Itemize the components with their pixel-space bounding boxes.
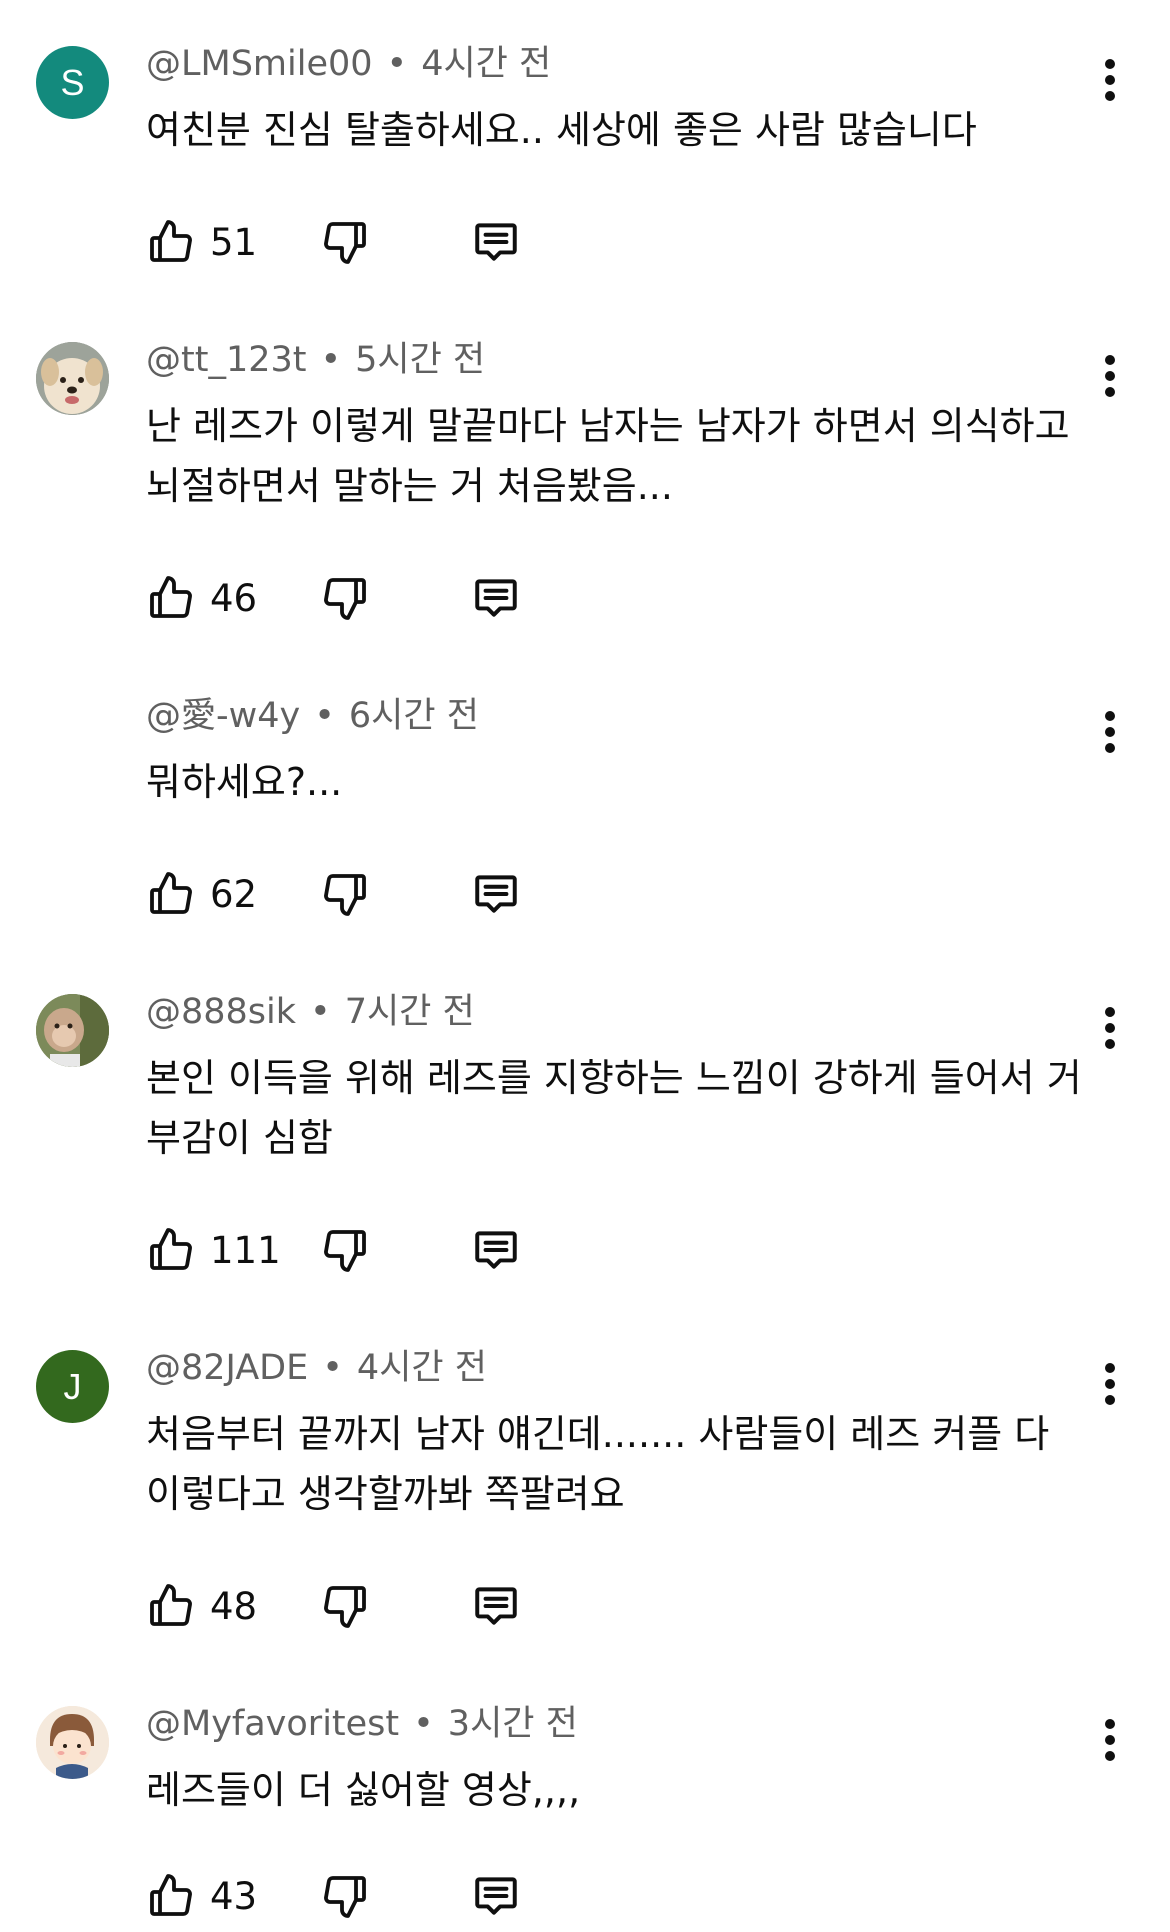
comment-header: @LMSmile00 • 4시간 전: [146, 44, 552, 84]
comment-time: 5시간 전: [355, 340, 486, 380]
comment-text: 본인 이득을 위해 레즈를 지향하는 느낌이 강하게 들어서 거부감이 심함: [146, 1056, 1082, 1160]
comment-actions: 111: [146, 1220, 546, 1280]
dislike-button[interactable]: [316, 1576, 376, 1636]
comment-text: 레즈들이 더 싫어할 영상,,,,: [146, 1768, 581, 1812]
like-count: 62: [210, 872, 258, 916]
comment-header: @888sik • 7시간 전: [146, 992, 475, 1032]
thumbs-up-icon: [150, 1584, 192, 1626]
thumbs-down-icon: [324, 874, 366, 916]
comment-text: 처음부터 끝까지 남자 얘긴데....... 사람들이 레즈 커플 다 이렇다고…: [146, 1412, 1050, 1516]
avatar[interactable]: [36, 342, 109, 415]
more-options-button[interactable]: [1090, 1710, 1130, 1770]
comment-author[interactable]: @tt_123t: [146, 340, 306, 380]
reply-button[interactable]: [466, 1220, 526, 1280]
reply-comment-icon: [475, 1877, 517, 1915]
thumbs-up-icon: [150, 1874, 192, 1916]
cartoon-avatar-image: [36, 1706, 109, 1779]
thumbs-down-icon: [324, 578, 366, 620]
avatar-letter: S: [60, 61, 85, 103]
comment-time: 6시간 전: [348, 696, 479, 736]
comment-actions: 62: [146, 864, 546, 924]
comment-author[interactable]: @82JADE: [146, 1348, 308, 1388]
thumbs-down-icon: [324, 222, 366, 264]
like-button[interactable]: 111: [146, 1220, 281, 1280]
comment-header: @82JADE • 4시간 전: [146, 1348, 487, 1388]
like-count: 51: [210, 220, 258, 264]
like-button[interactable]: 62: [146, 864, 257, 924]
thumbs-down-icon: [324, 1230, 366, 1272]
comment-actions: 48: [146, 1576, 546, 1636]
avatar[interactable]: [36, 1706, 109, 1779]
thumbs-up-icon: [150, 220, 192, 262]
more-vert-icon: [1105, 1719, 1115, 1761]
more-vert-icon: [1105, 1363, 1115, 1405]
like-count: 46: [210, 576, 258, 620]
comment-text: 난 레즈가 이렇게 말끝마다 남자는 남자가 하면서 의식하고 뇌절하면서 말하…: [146, 404, 1070, 508]
more-options-button[interactable]: [1090, 346, 1130, 406]
comment-header: @愛-w4y • 6시간 전: [146, 696, 479, 736]
comment-author[interactable]: @愛-w4y: [146, 696, 300, 736]
like-button[interactable]: 46: [146, 568, 257, 628]
comment-text: 뭐하세요?...: [146, 760, 343, 804]
comment-actions: 43: [146, 1866, 546, 1926]
dislike-button[interactable]: [316, 568, 376, 628]
comment-author[interactable]: @LMSmile00: [146, 44, 373, 84]
dislike-button[interactable]: [316, 1220, 376, 1280]
reply-comment-icon: [475, 1587, 517, 1625]
comment-header: @tt_123t • 5시간 전: [146, 340, 486, 380]
reply-button[interactable]: [466, 212, 526, 272]
thumbs-down-icon: [324, 1876, 366, 1918]
avatar-letter: J: [63, 1365, 82, 1407]
more-options-button[interactable]: [1090, 998, 1130, 1058]
reply-button[interactable]: [466, 568, 526, 628]
avatar[interactable]: J: [36, 1350, 109, 1423]
comment-author[interactable]: @Myfavoritest: [146, 1704, 399, 1744]
comment-actions: 46: [146, 568, 546, 628]
like-count: 48: [210, 1584, 258, 1628]
more-vert-icon: [1105, 59, 1115, 101]
reply-comment-icon: [475, 223, 517, 261]
comment-author[interactable]: @888sik: [146, 992, 296, 1032]
more-vert-icon: [1105, 1007, 1115, 1049]
comment-actions: 51: [146, 212, 546, 272]
comment-text: 여친분 진심 탈출하세요.. 세상에 좋은 사람 많습니다: [146, 108, 977, 152]
comment-time: 4시간 전: [356, 1348, 487, 1388]
monkey-avatar-image: [36, 994, 109, 1067]
avatar[interactable]: [36, 994, 109, 1067]
more-vert-icon: [1105, 355, 1115, 397]
comment-time: 7시간 전: [344, 992, 475, 1032]
thumbs-up-icon: [150, 1228, 192, 1270]
like-button[interactable]: 48: [146, 1576, 257, 1636]
more-vert-icon: [1105, 711, 1115, 753]
dislike-button[interactable]: [316, 212, 376, 272]
dislike-button[interactable]: [316, 864, 376, 924]
dislike-button[interactable]: [316, 1866, 376, 1926]
like-count: 111: [210, 1228, 281, 1272]
thumbs-down-icon: [324, 1586, 366, 1628]
more-options-button[interactable]: [1090, 50, 1130, 110]
avatar[interactable]: S: [36, 46, 109, 119]
comment-time: 4시간 전: [421, 44, 552, 84]
like-button[interactable]: 51: [146, 212, 257, 272]
more-options-button[interactable]: [1090, 702, 1130, 762]
more-options-button[interactable]: [1090, 1354, 1130, 1414]
thumbs-up-icon: [150, 872, 192, 914]
reply-comment-icon: [475, 1231, 517, 1269]
reply-comment-icon: [475, 875, 517, 913]
like-button[interactable]: 43: [146, 1866, 257, 1926]
like-count: 43: [210, 1874, 258, 1918]
comment-time: 3시간 전: [447, 1704, 578, 1744]
reply-button[interactable]: [466, 864, 526, 924]
thumbs-up-icon: [150, 576, 192, 618]
comment-header: @Myfavoritest • 3시간 전: [146, 1704, 578, 1744]
reply-comment-icon: [475, 579, 517, 617]
dog-avatar-image: [36, 342, 109, 415]
reply-button[interactable]: [466, 1576, 526, 1636]
reply-button[interactable]: [466, 1866, 526, 1926]
